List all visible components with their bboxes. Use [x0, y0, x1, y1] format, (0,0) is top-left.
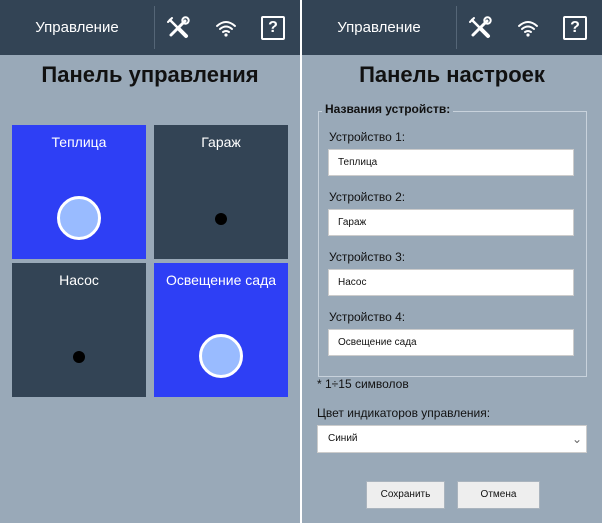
nav-title[interactable]: Управление [302, 0, 456, 55]
device-4-input[interactable] [328, 329, 574, 356]
tools-icon[interactable] [165, 15, 191, 41]
indicator-on-icon [199, 334, 243, 378]
device-tile-3[interactable]: Насос [12, 263, 146, 397]
settings-panel-screen: Управление ? Панель настроек Названия ус… [302, 0, 602, 523]
cancel-button[interactable]: Отмена [457, 481, 540, 509]
top-bar: Управление ? [302, 0, 602, 55]
device-tile-2[interactable]: Гараж [154, 125, 288, 259]
wifi-icon[interactable] [515, 15, 541, 41]
device-tile-1[interactable]: Теплица [12, 125, 146, 259]
device-tile-4[interactable]: Освещение сада [154, 263, 288, 397]
indicator-off-icon [73, 351, 85, 363]
help-icon[interactable]: ? [562, 15, 588, 41]
device-4-label: Устройство 4: [329, 310, 406, 324]
indicator-color-label: Цвет индикаторов управления: [317, 406, 491, 420]
tile-label: Гараж [201, 134, 241, 150]
tile-label: Теплица [51, 134, 107, 150]
device-1-label: Устройство 1: [329, 130, 406, 144]
fieldset-legend: Названия устройств: [322, 102, 454, 116]
device-2-label: Устройство 2: [329, 190, 406, 204]
indicator-on-icon [57, 196, 101, 240]
device-3-input[interactable] [328, 269, 574, 296]
nav-title[interactable]: Управление [0, 0, 154, 55]
control-panel-screen: Управление ? Панель управления Теплица Г… [0, 0, 300, 523]
page-title: Панель настроек [359, 62, 545, 87]
tile-label: Насос [59, 272, 99, 288]
tools-icon[interactable] [467, 15, 493, 41]
device-2-input[interactable] [328, 209, 574, 236]
top-bar: Управление ? [0, 0, 300, 55]
help-icon[interactable]: ? [260, 15, 286, 41]
page-title: Панель управления [41, 62, 259, 87]
wifi-icon[interactable] [213, 15, 239, 41]
length-hint: * 1÷15 символов [317, 377, 409, 391]
help-glyph: ? [563, 16, 587, 40]
save-button[interactable]: Сохранить [366, 481, 445, 509]
help-glyph: ? [261, 16, 285, 40]
device-3-label: Устройство 3: [329, 250, 406, 264]
topbar-divider [154, 6, 155, 49]
topbar-divider [456, 6, 457, 49]
device-1-input[interactable] [328, 149, 574, 176]
chevron-down-icon: ⌄ [571, 432, 582, 446]
indicator-off-icon [215, 213, 227, 225]
tile-label: Освещение сада [165, 272, 277, 288]
indicator-color-select[interactable]: Синий ⌄ [317, 425, 587, 453]
color-select-value: Синий [328, 433, 358, 444]
